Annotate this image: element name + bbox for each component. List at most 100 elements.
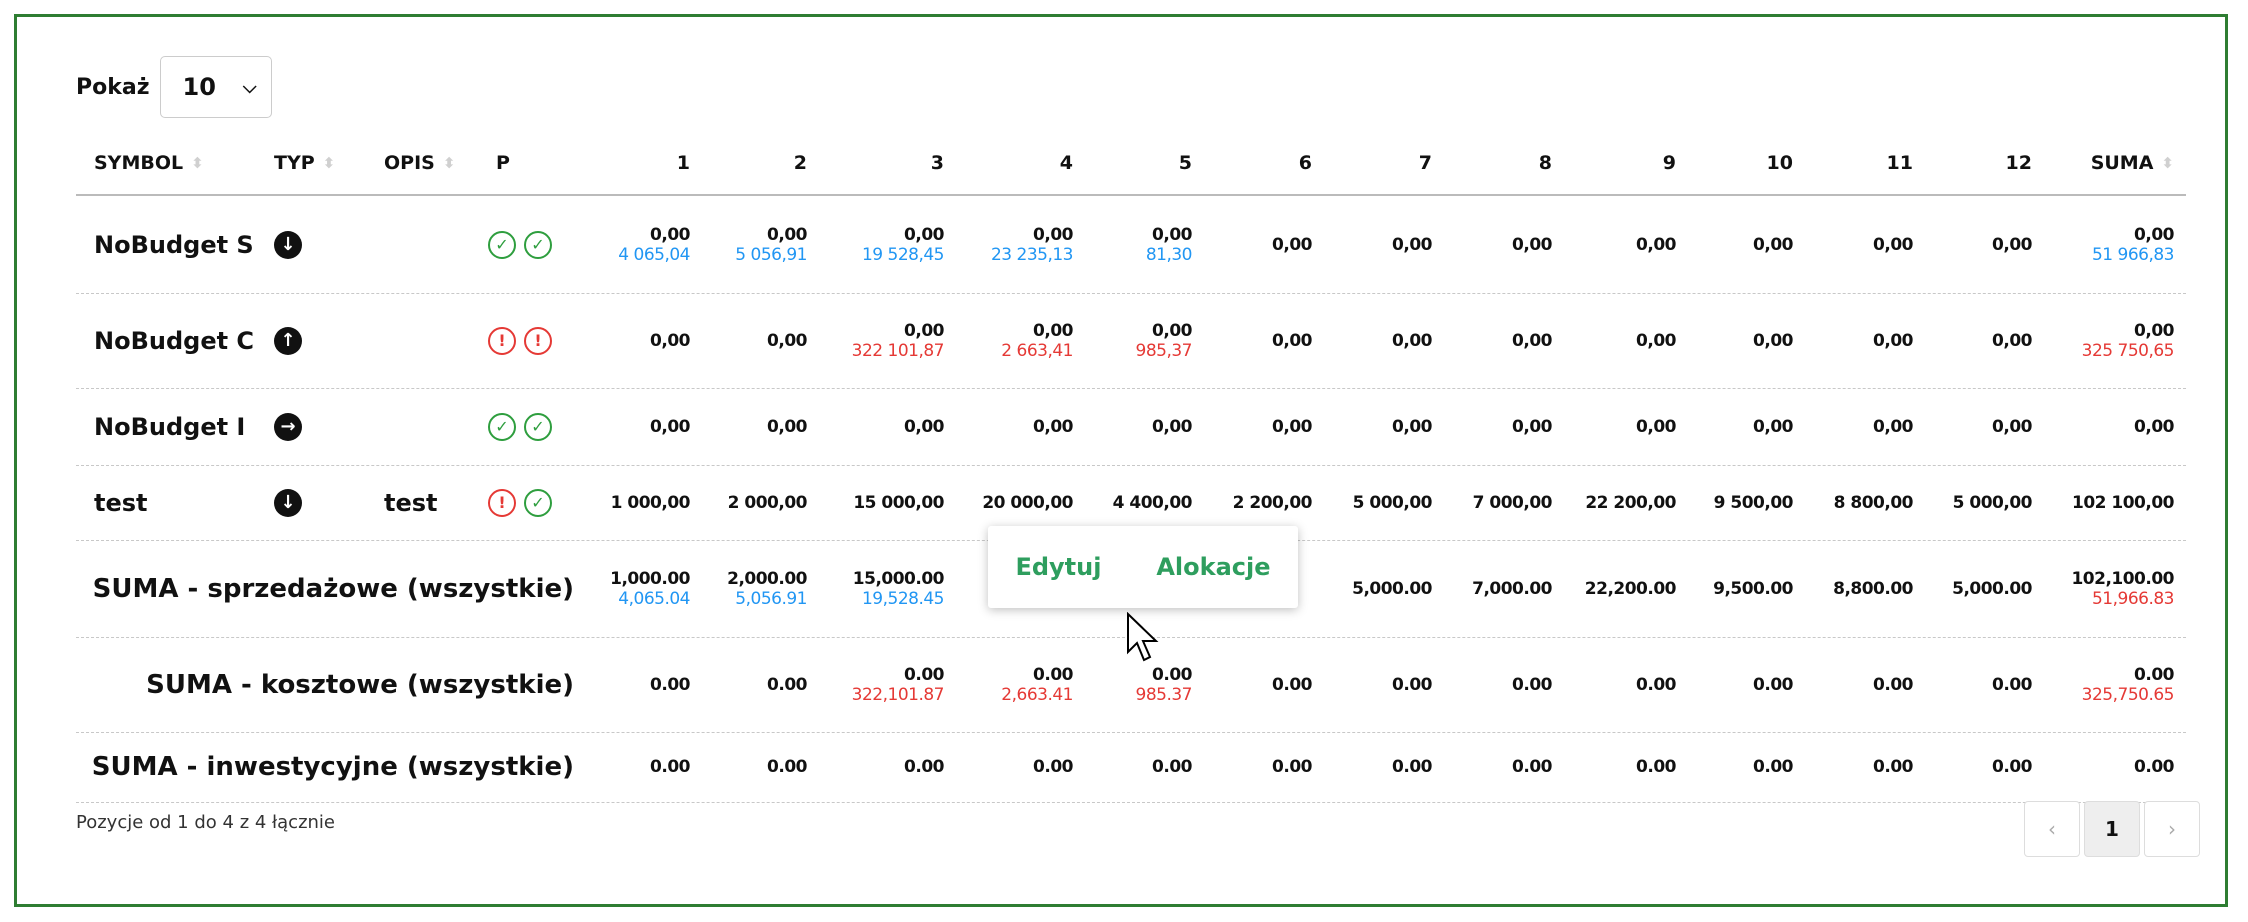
value-cell: 0,00 (2134, 388, 2174, 465)
up-arrow-icon: ↑ (274, 326, 302, 355)
value-cell: 0.00 (1512, 637, 1552, 732)
value-cell: 22 200,00 (1585, 465, 1676, 540)
value-cell: 0,00 (1992, 388, 2032, 465)
value-main: 0,00 (1636, 330, 1676, 351)
value-cell: 0,00 51 966,83 (2092, 196, 2175, 293)
value-cell: 0,00 (1512, 293, 1552, 388)
value-cell: 0,00 (1873, 388, 1913, 465)
row-symbol: NoBudget I (94, 412, 246, 441)
value-main: 0,00 (1033, 224, 1073, 245)
value-cell: 0,00 5 056,91 (735, 196, 807, 293)
summary-label: SUMA - inwestycyjne (wszystkie) (91, 752, 574, 782)
value-cell: 8 800,00 (1834, 465, 1914, 540)
column-header-month-7: 7 (1419, 132, 1432, 194)
value-cell: 0,00 (1152, 388, 1192, 465)
value-cell: 0.00 (904, 732, 944, 802)
value-main: 0.00 (1392, 674, 1432, 695)
column-header-month-5: 5 (1179, 132, 1192, 194)
value-main: 0,00 (1152, 320, 1192, 341)
value-main: 0,00 (650, 416, 690, 437)
value-cell: 0,00 (1636, 293, 1676, 388)
column-header-label: 6 (1298, 152, 1312, 174)
row-status: ✓ ✓ (488, 388, 552, 465)
column-header-month-2: 2 (794, 132, 807, 194)
alert-circle-icon: ! (488, 488, 516, 517)
value-main: 0.00 (1152, 757, 1192, 777)
sort-icon: ⬍ (2161, 153, 2174, 172)
value-cell: 0.00 (1636, 637, 1676, 732)
value-cell: 0,00 (650, 388, 690, 465)
value-main: 7,000.00 (1472, 578, 1552, 599)
row-status: ✓ ✓ (488, 196, 552, 293)
value-main: 0.00 (1272, 674, 1312, 695)
allocations-menu-item[interactable]: Alokacje (1156, 553, 1270, 581)
column-header-label: 2 (793, 152, 807, 174)
value-cell: 0,00 (767, 293, 807, 388)
value-main: 0,00 (650, 330, 690, 351)
value-realized: 2,663.41 (1001, 684, 1073, 705)
value-cell: 0,00 (1873, 293, 1913, 388)
edit-menu-item[interactable]: Edytuj (1015, 553, 1101, 581)
value-main: 0,00 (1272, 416, 1312, 437)
value-cell: 0.00 (1873, 637, 1913, 732)
column-header-opis[interactable]: OPIS ⬍ (384, 132, 455, 194)
row-type: ↓ (274, 465, 302, 540)
prev-page-button[interactable]: ‹ (2024, 801, 2080, 857)
value-cell: 5,000.00 (1352, 540, 1432, 637)
column-header-typ[interactable]: TYP ⬍ (274, 132, 335, 194)
column-header-symbol[interactable]: SYMBOL ⬍ (94, 132, 204, 194)
value-main: 0.00 (1033, 664, 1073, 685)
next-page-button[interactable]: › (2144, 801, 2200, 857)
row-status: ! ✓ (488, 465, 552, 540)
page-size-select[interactable]: 10 ⌵ (159, 56, 272, 118)
summary-row: SUMA - inwestycyjne (wszystkie) 0.00 0.00 0… (76, 732, 2186, 803)
table-row[interactable]: NoBudget C ↑!! 0,00 0,00 0,00 322 101,87 0,00 2… (76, 293, 2186, 389)
mouse-cursor-icon (1127, 612, 1159, 662)
value-cell: 0,00 (650, 293, 690, 388)
value-realized: 985,37 (1135, 340, 1193, 361)
page-size-control: Pokaż 10 ⌵ (76, 56, 272, 118)
table-row[interactable]: NoBudget I → ✓ ✓ 0,00 0,00 0,00 0,00 0,00 0,00 0,0… (76, 388, 2186, 466)
page-1-button[interactable]: 1 (2084, 801, 2140, 857)
check-circle-icon: ✓ (524, 412, 552, 441)
value-cell: 0,00 2 663,41 (1001, 293, 1073, 388)
column-header-label: 3 (930, 152, 944, 174)
value-realized: 19,528.45 (861, 588, 945, 609)
value-main: 0.00 (904, 664, 944, 685)
value-cell: 5 000,00 (1353, 465, 1433, 540)
value-cell: 5,000.00 (1952, 540, 2032, 637)
value-realized: 985.37 (1135, 684, 1193, 705)
value-cell: 0.00 (1512, 732, 1552, 802)
value-main: 5 000,00 (1952, 492, 2033, 513)
value-cell: 2 000,00 (728, 465, 808, 540)
value-cell: 0.00 2,663.41 (1001, 637, 1073, 732)
value-cell: 7,000.00 (1472, 540, 1552, 637)
value-cell: 0.00 (767, 637, 807, 732)
value-cell: 0,00 (1992, 293, 2032, 388)
value-main: 0,00 (1512, 234, 1552, 255)
value-main: 2,000.00 (727, 568, 807, 589)
value-cell: 0,00 23 235,13 (991, 196, 1074, 293)
value-realized: 5,056.91 (735, 588, 807, 609)
value-cell: 15 000,00 (853, 465, 944, 540)
value-cell: 0,00 (1636, 196, 1676, 293)
value-cell: 0.00 (1272, 637, 1312, 732)
alert-circle-icon: ! (488, 326, 516, 355)
column-header-suma[interactable]: SUMA ⬍ (2091, 132, 2174, 194)
column-header-label: OPIS (384, 152, 435, 174)
value-main: 0.00 (767, 674, 807, 695)
value-main: 0,00 (1512, 330, 1552, 351)
value-cell: 0,00 (1512, 388, 1552, 465)
value-cell: 0.00 (650, 732, 690, 802)
column-header-label: 11 (1886, 152, 1913, 174)
value-cell: 0.00 (1152, 732, 1192, 802)
pagination-info: Pozycje od 1 do 4 z 4 łącznie (76, 812, 336, 833)
value-main: 102,100.00 (2071, 568, 2174, 589)
value-cell: 0,00 (1392, 388, 1432, 465)
column-header-label: 1 (676, 152, 690, 174)
value-cell: 0,00 (1636, 388, 1676, 465)
value-main: 0,00 (1033, 320, 1073, 341)
value-main: 0,00 (1392, 416, 1432, 437)
value-main: 0,00 (650, 224, 690, 245)
table-row[interactable]: NoBudget S ↓ ✓ ✓ 0,00 4 065,04 0,00 5 056,91 0,0… (76, 196, 2186, 294)
